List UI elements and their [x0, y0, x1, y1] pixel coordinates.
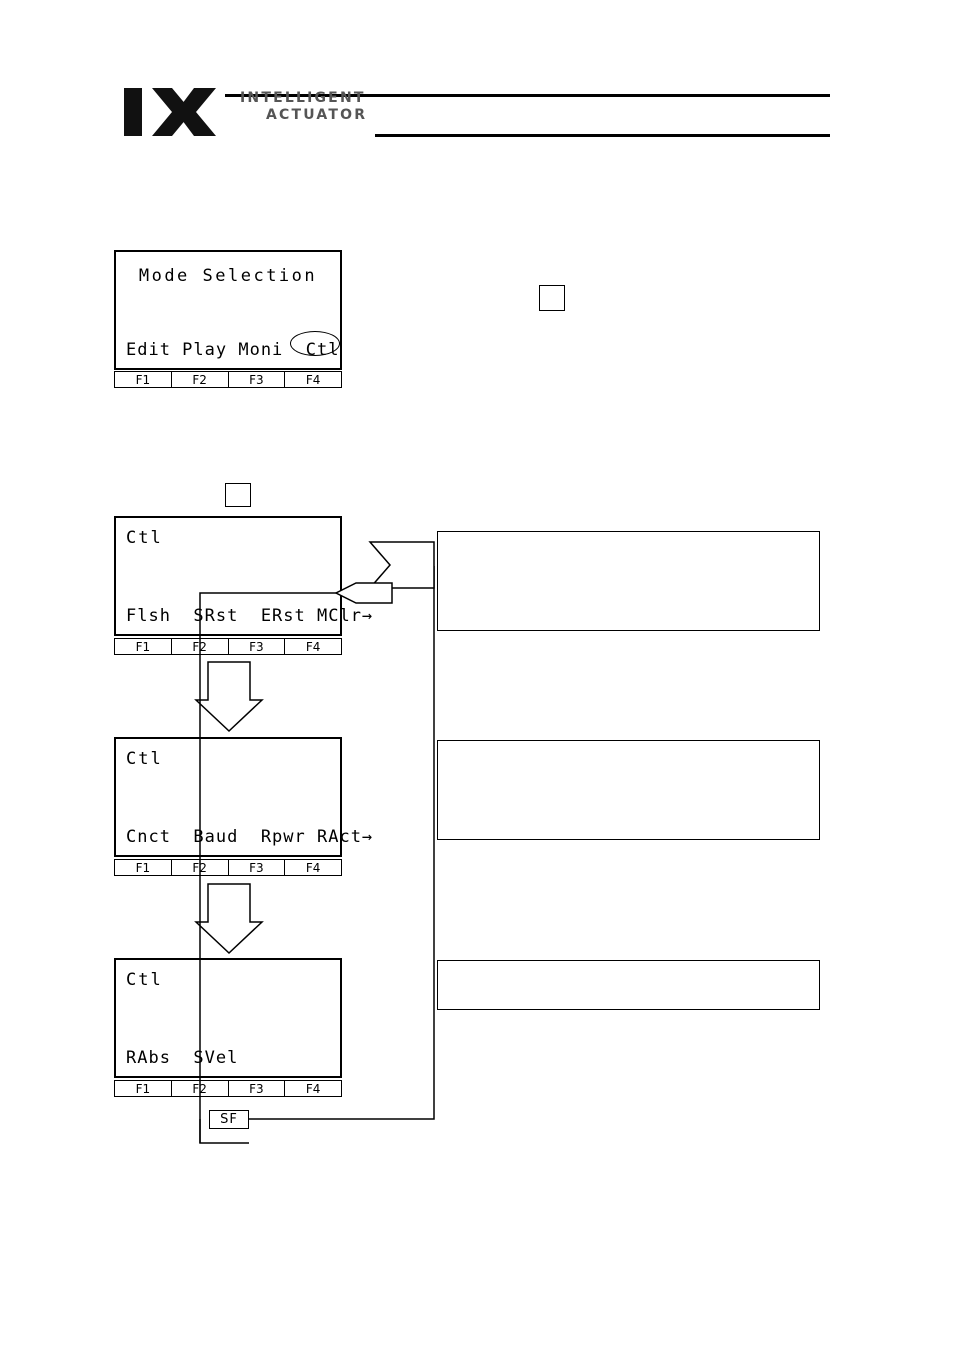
lcd-ctl-page1: Ctl Flsh SRst ERst MClr→: [114, 516, 374, 636]
fkey-f2[interactable]: F2: [172, 1081, 229, 1096]
fkey-f1[interactable]: F1: [115, 1081, 172, 1096]
fkey-f2[interactable]: F2: [172, 860, 229, 875]
return-arrow-outer-head: [368, 541, 435, 589]
logo-line-1: INTELLIGENT: [240, 90, 366, 106]
fkeys-ctl-page3: F1 F2 F3 F4: [114, 1080, 342, 1097]
ctl-page1-menu: Flsh SRst ERst MClr→: [126, 606, 374, 626]
fkey-f3[interactable]: F3: [229, 1081, 286, 1096]
ctl-page2-title: Ctl: [126, 749, 163, 769]
fkey-f4[interactable]: F4: [285, 1081, 341, 1096]
ctl-page2-menu: Cnct Baud Rpwr RAct→: [126, 827, 374, 847]
logo-line-2: ACTUATOR: [266, 107, 368, 123]
mode-selection-title: Mode Selection: [138, 266, 318, 286]
fkey-f3[interactable]: F3: [229, 372, 286, 387]
fkey-f3[interactable]: F3: [229, 860, 286, 875]
ctl-page1-title: Ctl: [126, 528, 163, 548]
down-arrow-2: [194, 883, 264, 955]
fkey-f4[interactable]: F4: [285, 372, 341, 387]
return-arrow-inner-head: [334, 582, 393, 604]
ia-logo-text: INTELLIGENT ACTUATOR: [240, 90, 410, 124]
sf-key-3[interactable]: SF: [209, 1110, 249, 1129]
page-header: INTELLIGENT ACTUATOR: [120, 80, 830, 150]
ctl-page3-title: Ctl: [126, 970, 163, 990]
comment-box-2: [437, 740, 820, 840]
lcd-ctl-page2: Ctl Cnct Baud Rpwr RAct→: [114, 737, 374, 857]
fkey-f1[interactable]: F1: [115, 860, 172, 875]
down-arrow-1: [194, 661, 264, 733]
fkeys-mode-selection: F1 F2 F3 F4: [114, 371, 342, 388]
blank-key-top[interactable]: [539, 285, 565, 311]
ia-logo-mark: [124, 88, 216, 136]
fkeys-ctl-page2: F1 F2 F3 F4: [114, 859, 342, 876]
fkey-f2[interactable]: F2: [172, 372, 229, 387]
fkey-f4[interactable]: F4: [285, 639, 341, 654]
header-rule-bottom: [375, 134, 830, 137]
sf-key-1[interactable]: SF: [209, 674, 249, 693]
comment-box-3: [437, 960, 820, 1010]
flow-connectors: [194, 541, 435, 1144]
ctl-highlight-oval: [290, 331, 340, 356]
fkey-f1[interactable]: F1: [115, 372, 172, 387]
sf-key-2[interactable]: SF: [209, 896, 249, 915]
ctl-page3-menu: RAbs SVel: [126, 1048, 239, 1068]
fkey-f1[interactable]: F1: [115, 639, 172, 654]
fkey-f2[interactable]: F2: [172, 639, 229, 654]
fkey-f4[interactable]: F4: [285, 860, 341, 875]
comment-box-1: [437, 531, 820, 631]
fkeys-ctl-page1: F1 F2 F3 F4: [114, 638, 342, 655]
fkey-f3[interactable]: F3: [229, 639, 286, 654]
blank-key-mid[interactable]: [225, 483, 251, 507]
lcd-ctl-page3: Ctl RAbs SVel: [114, 958, 342, 1078]
